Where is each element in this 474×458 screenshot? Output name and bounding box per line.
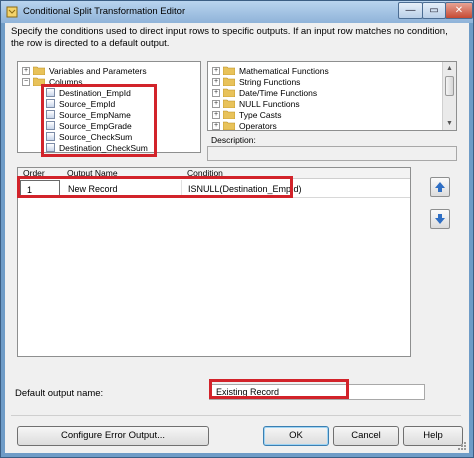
function-category[interactable]: + String Functions — [212, 76, 300, 87]
column-label: Destination_CheckSum — [59, 142, 148, 153]
dialog-body: Specify the conditions used to direct in… — [5, 23, 469, 453]
function-category[interactable]: + Mathematical Functions — [212, 65, 329, 76]
description-label: Description: — [211, 135, 256, 145]
arrow-down-icon — [435, 214, 445, 224]
column-icon — [46, 121, 55, 130]
output-name-column-header[interactable]: Output Name — [62, 168, 182, 179]
expand-icon[interactable]: + — [212, 77, 220, 86]
expand-icon[interactable]: + — [212, 110, 220, 119]
column-label: Source_EmpGrade — [59, 120, 132, 131]
close-button[interactable]: ✕ — [445, 2, 473, 19]
ok-button[interactable]: OK — [263, 426, 329, 446]
output-name-cell[interactable]: New Record — [62, 180, 182, 198]
maximize-button[interactable]: ▭ — [422, 2, 446, 19]
column-item[interactable]: Source_EmpName — [46, 109, 131, 120]
default-output-name-field[interactable]: Existing Record — [209, 384, 425, 400]
tree-item-label: Columns — [49, 76, 83, 87]
expand-icon[interactable]: + — [22, 66, 30, 75]
column-item[interactable]: Destination_EmpId — [46, 87, 131, 98]
folder-icon — [223, 88, 235, 97]
column-icon — [46, 132, 55, 141]
tree-item-columns[interactable]: − Columns — [22, 76, 83, 87]
function-category[interactable]: + Operators — [212, 120, 277, 131]
minimize-button[interactable]: — — [398, 2, 423, 19]
tree-item-label: Variables and Parameters — [49, 65, 147, 76]
resize-grip-icon[interactable] — [457, 441, 467, 451]
column-label: Source_EmpId — [59, 98, 116, 109]
folder-icon — [33, 77, 45, 86]
arrow-up-icon — [435, 182, 445, 192]
window-title: Conditional Split Transformation Editor — [23, 6, 186, 17]
scroll-up-icon[interactable]: ▲ — [444, 63, 455, 74]
functions-tree[interactable]: + Mathematical Functions + String Functi… — [207, 61, 457, 131]
folder-icon — [223, 66, 235, 75]
column-label: Source_EmpName — [59, 109, 131, 120]
collapse-icon[interactable]: − — [22, 77, 30, 86]
function-category-label: Date/Time Functions — [239, 87, 318, 98]
folder-icon — [223, 110, 235, 119]
folder-icon — [223, 121, 235, 130]
expand-icon[interactable]: + — [212, 66, 220, 75]
editor-window: Conditional Split Transformation Editor … — [0, 0, 474, 458]
condition-column-header[interactable]: Condition — [182, 168, 382, 179]
order-column-header[interactable]: Order — [18, 168, 58, 179]
column-label: Source_CheckSum — [59, 131, 133, 142]
column-item[interactable]: Source_EmpId — [46, 98, 115, 109]
function-category-label: Type Casts — [239, 109, 282, 120]
column-item[interactable]: Destination_CheckSum — [46, 142, 148, 153]
column-icon — [46, 110, 55, 119]
configure-error-output-button[interactable]: Configure Error Output... — [17, 426, 209, 446]
grid-header: Order Output Name Condition — [18, 168, 410, 179]
title-bar[interactable]: Conditional Split Transformation Editor … — [1, 1, 473, 23]
column-item[interactable]: Source_EmpGrade — [46, 120, 132, 131]
order-cell[interactable]: 1 — [20, 180, 60, 198]
description-box — [207, 146, 457, 161]
function-category[interactable]: + Date/Time Functions — [212, 87, 317, 98]
scroll-thumb[interactable] — [445, 76, 454, 96]
condition-cell[interactable]: ISNULL(Destination_EmpId) — [182, 180, 410, 198]
conditions-grid[interactable]: Order Output Name Condition 1 New Record… — [17, 167, 411, 357]
divider — [11, 415, 461, 416]
column-icon — [46, 88, 55, 97]
instructions-text: Specify the conditions used to direct in… — [11, 26, 448, 49]
folder-icon — [223, 77, 235, 86]
column-icon — [46, 99, 55, 108]
function-category-label: String Functions — [239, 76, 301, 87]
move-up-button[interactable] — [430, 177, 450, 197]
functions-scrollbar[interactable]: ▲ ▼ — [442, 62, 456, 130]
tree-item-variables[interactable]: + Variables and Parameters — [22, 65, 147, 76]
table-row[interactable]: 1 New Record ISNULL(Destination_EmpId) — [18, 180, 410, 198]
function-category[interactable]: + Type Casts — [212, 109, 282, 120]
expand-icon[interactable]: + — [212, 99, 220, 108]
cancel-button[interactable]: Cancel — [333, 426, 399, 446]
function-category[interactable]: + NULL Functions — [212, 98, 300, 109]
function-category-label: Operators — [239, 120, 277, 131]
function-category-label: Mathematical Functions — [239, 65, 329, 76]
expand-icon[interactable]: + — [212, 121, 220, 130]
column-label: Destination_EmpId — [59, 87, 131, 98]
close-icon: ✕ — [454, 5, 464, 16]
folder-icon — [223, 99, 235, 108]
help-button[interactable]: Help — [403, 426, 463, 446]
move-down-button[interactable] — [430, 209, 450, 229]
scroll-down-icon[interactable]: ▼ — [444, 118, 455, 129]
app-icon — [6, 6, 18, 18]
column-item[interactable]: Source_CheckSum — [46, 131, 132, 142]
columns-tree[interactable]: + Variables and Parameters − Columns Des… — [17, 61, 201, 153]
default-output-label: Default output name: — [15, 388, 104, 399]
function-category-label: NULL Functions — [239, 98, 300, 109]
expand-icon[interactable]: + — [212, 88, 220, 97]
column-icon — [46, 143, 55, 152]
folder-icon — [33, 66, 45, 75]
